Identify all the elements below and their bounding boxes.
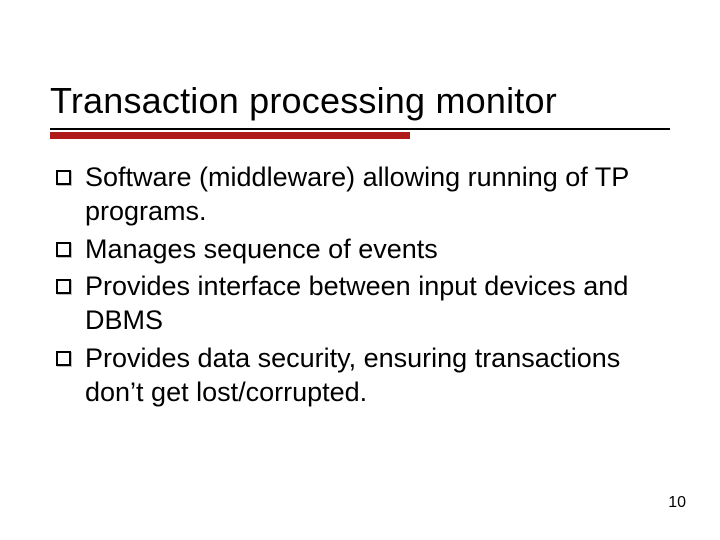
slide: Transaction processing monitor Software …	[0, 0, 720, 540]
bullet-list: Software (middleware) allowing running o…	[50, 161, 670, 409]
square-bullet-icon	[56, 242, 71, 257]
rule-black	[50, 128, 670, 130]
page-number: 10	[668, 494, 686, 512]
title-rule	[50, 128, 670, 139]
list-item: Software (middleware) allowing running o…	[56, 161, 670, 229]
list-item: Manages sequence of events	[56, 233, 670, 267]
list-item: Provides interface between input devices…	[56, 270, 670, 338]
slide-title: Transaction processing monitor	[50, 80, 670, 122]
rule-red	[50, 132, 410, 139]
bullet-text: Provides interface between input devices…	[85, 270, 670, 338]
list-item: Provides data security, ensuring transac…	[56, 342, 670, 410]
bullet-text: Manages sequence of events	[85, 233, 438, 267]
bullet-text: Software (middleware) allowing running o…	[85, 161, 670, 229]
bullet-text: Provides data security, ensuring transac…	[85, 342, 670, 410]
square-bullet-icon	[56, 279, 71, 294]
square-bullet-icon	[56, 351, 71, 366]
square-bullet-icon	[56, 170, 71, 185]
